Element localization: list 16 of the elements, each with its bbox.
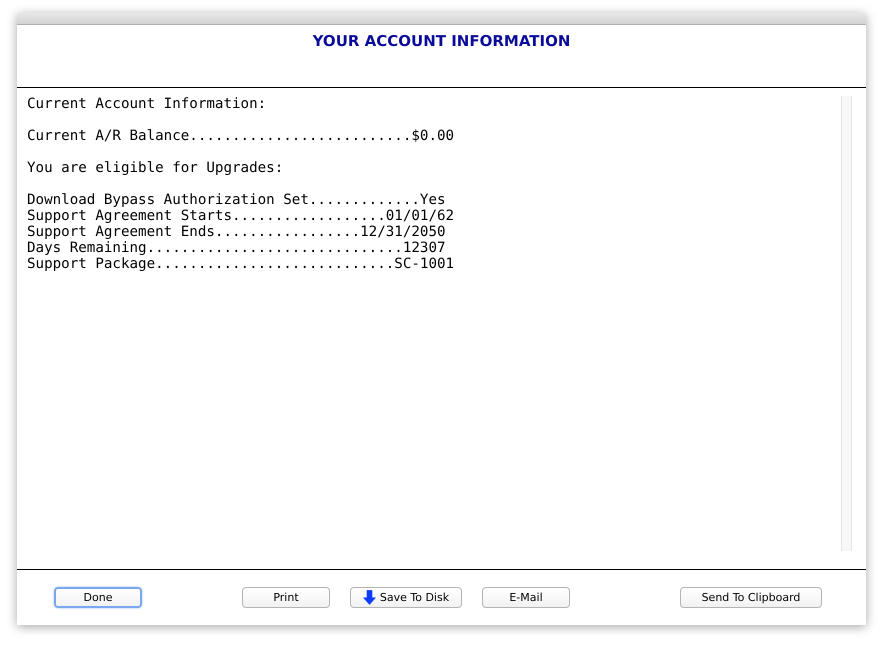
dialog-button[interactable]: E-Mail — [482, 587, 570, 608]
window-title: YOUR ACCOUNT INFORMATION — [312, 32, 570, 50]
report-line: Current Account Information: — [27, 96, 266, 112]
scroll-track[interactable] — [841, 96, 852, 551]
dialog-button[interactable]: Done — [54, 587, 142, 608]
report-line: Days Remaining..............................12307 — [27, 240, 446, 256]
dialog-button[interactable]: Print — [242, 587, 330, 608]
save-to-disk-button[interactable]: Save To Disk — [350, 587, 462, 608]
dialog-button[interactable]: Send To Clipboard — [680, 587, 822, 608]
report-line: Download Bypass Authorization Set.............Yes — [27, 192, 446, 208]
report-line: Support Agreement Ends.................12/31/2050 — [27, 224, 446, 240]
report-line: Support Package............................SC-1001 — [27, 256, 454, 272]
report-line: You are eligible for Upgrades: — [27, 160, 284, 176]
report-line: Current A/R Balance..........................$0.00 — [27, 128, 454, 144]
report-line: Support Agreement Starts..................01/01/62 — [27, 208, 454, 224]
down-arrow-icon — [362, 590, 376, 605]
